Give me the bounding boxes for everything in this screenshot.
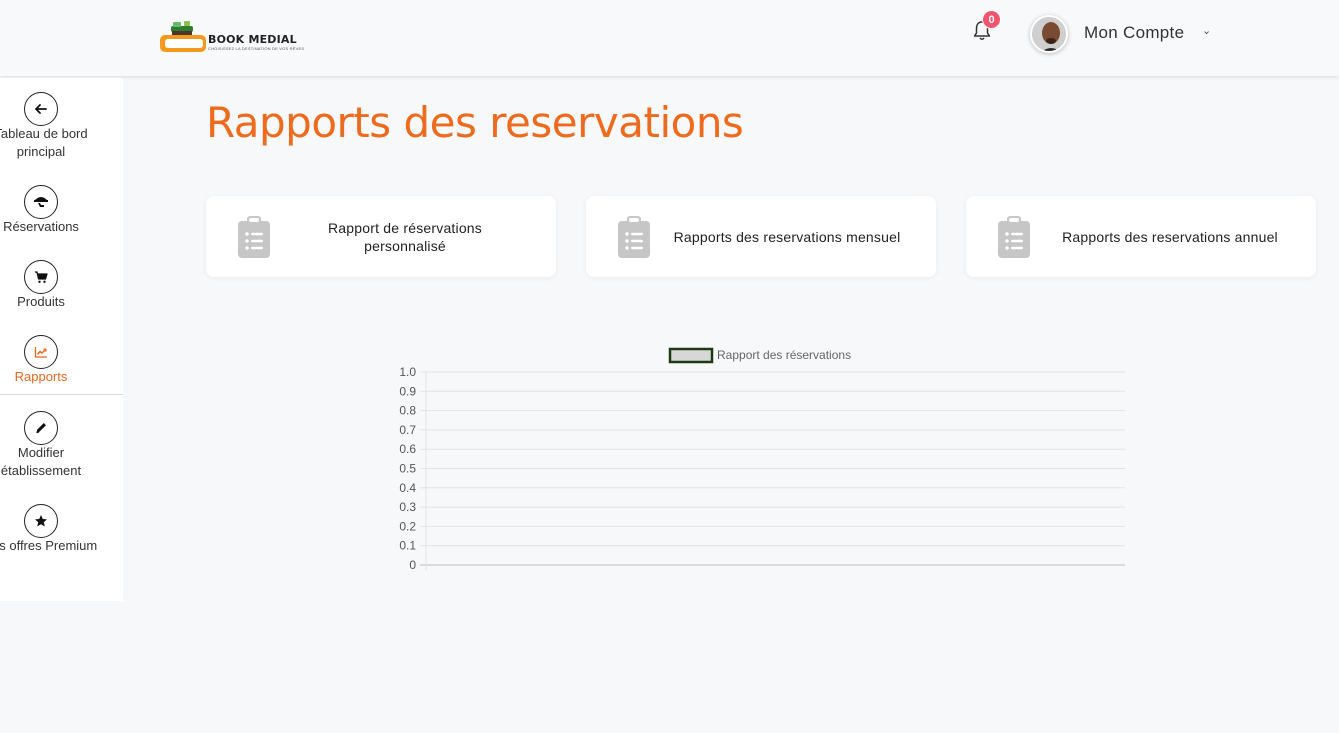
chart-canvas: 0 0.1 0.2 0.3 0.4 0.5 0.6 0.7 0.8 0.9 1.0 Rapport … (399, 347, 1125, 572)
sidebar-item-offres-premium[interactable]: Les offres Premium (0, 504, 123, 553)
sidebar-item-label: Réservations (3, 219, 79, 234)
chart-line-icon (24, 335, 58, 369)
sidebar: Tableau de bord principal Réservations P… (0, 78, 123, 601)
chart-y-tick-label: 0.5 (399, 462, 416, 476)
sidebar-item-label: Produits (17, 294, 65, 309)
logo-tagline: CHOISISSEZ LA DESTINATION DE VOS RÊVES (208, 46, 305, 51)
waiter-tray-icon (24, 185, 58, 219)
card-rapport-personnalise[interactable]: Rapport de réservations personnalisé (206, 196, 556, 277)
logo-book-icon (160, 21, 206, 52)
sidebar-item-label: Modifier établissement (0, 445, 82, 478)
chevron-down-icon[interactable]: ⌄ (1202, 24, 1211, 37)
sidebar-item-rapports[interactable]: Rapports (0, 335, 123, 384)
chart-legend[interactable]: Rapport des réservations (668, 347, 851, 364)
sidebar-item-label: Tableau de bord principal (0, 126, 88, 159)
sidebar-item-produits[interactable]: Produits (0, 260, 123, 309)
pencil-icon (24, 411, 58, 445)
avatar[interactable] (1030, 15, 1068, 53)
sidebar-item-modifier-etablissement[interactable]: Modifier établissement (0, 411, 123, 478)
chart-y-tick-label: 0.3 (399, 500, 416, 514)
card-label: Rapports des reservations annuel (1062, 228, 1278, 245)
chart-y-tick-label: 0.4 (399, 481, 416, 495)
top-header: BOOK MEDIAL CHOISISSEZ LA DESTINATION DE… (0, 0, 1339, 76)
chart-y-ticks: 0 0.1 0.2 0.3 0.4 0.5 0.6 0.7 0.8 0.9 1.0 (399, 365, 416, 572)
clipboard-list-icon (618, 216, 650, 258)
cart-icon (24, 260, 58, 294)
sidebar-item-dashboard[interactable]: Tableau de bord principal (0, 92, 123, 159)
user-photo-icon (1032, 17, 1066, 51)
page-title: Rapports des reservations (206, 98, 744, 147)
card-rapport-mensuel[interactable]: Rapports des reservations mensuel (586, 196, 936, 277)
notification-badge[interactable]: 0 (982, 10, 1001, 29)
clipboard-list-icon (238, 216, 270, 258)
chart-y-tick-label: 0.9 (399, 384, 416, 398)
sidebar-item-label: Rapports (14, 369, 68, 384)
legend-swatch (668, 347, 714, 364)
chart-y-tick-label: 1.0 (399, 365, 416, 379)
sidebar-item-label: Les offres Premium (0, 538, 98, 553)
card-rapport-annuel[interactable]: Rapports des reservations annuel (966, 196, 1316, 277)
chart-y-tick-label: 0.7 (399, 423, 416, 437)
sidebar-item-reservations[interactable]: Réservations (0, 185, 123, 234)
star-icon (24, 504, 58, 538)
book-medial-logo[interactable]: BOOK MEDIAL CHOISISSEZ LA DESTINATION DE… (158, 18, 304, 56)
legend-label: Rapport des réservations (717, 348, 851, 362)
chart-y-tick-label: 0.8 (399, 404, 416, 418)
reservations-chart: 0 0.1 0.2 0.3 0.4 0.5 0.6 0.7 0.8 0.9 1.0 Rapport … (380, 340, 1140, 580)
clipboard-list-icon (998, 216, 1030, 258)
chart-grid (420, 371, 1125, 570)
chart-y-tick-label: 0.6 (399, 442, 416, 456)
sidebar-divider (0, 394, 123, 395)
chart-y-tick-label: 0.2 (399, 519, 416, 533)
chart-y-tick-label: 0 (409, 558, 416, 572)
card-label: Rapports des reservations mensuel (673, 228, 901, 245)
arrow-left-icon (24, 92, 58, 126)
card-label: Rapport de réservations personnalisé (327, 219, 482, 254)
account-menu-label[interactable]: Mon Compte (1084, 23, 1184, 43)
logo-text: BOOK MEDIAL (208, 33, 297, 46)
chart-y-tick-label: 0.1 (399, 539, 416, 553)
